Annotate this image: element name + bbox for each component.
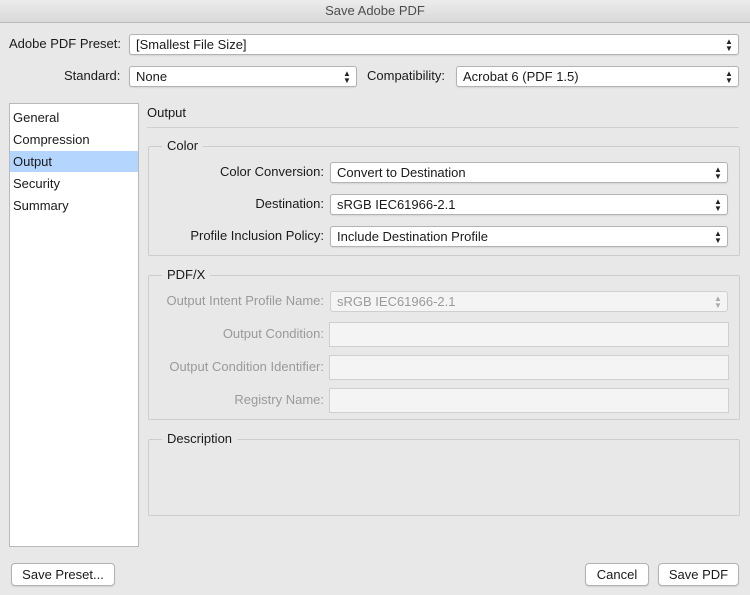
sidebar-item-security[interactable]: Security <box>10 173 138 194</box>
save-preset-button[interactable]: Save Preset... <box>11 563 115 586</box>
pdfx-group-title: PDF/X <box>162 267 211 283</box>
stepper-arrows-icon: ▲ ▼ <box>725 68 733 85</box>
description-group <box>148 439 740 516</box>
profile-policy-select[interactable]: Include Destination Profile ▲ ▼ <box>330 226 728 247</box>
sidebar: General Compression Output Security Summ… <box>9 103 139 547</box>
sidebar-item-output[interactable]: Output <box>10 151 138 172</box>
sidebar-item-compression[interactable]: Compression <box>10 129 138 150</box>
stepper-arrows-icon: ▲ ▼ <box>714 164 722 181</box>
cancel-button[interactable]: Cancel <box>585 563 649 586</box>
output-condition-field[interactable] <box>329 322 729 347</box>
preset-select[interactable]: [Smallest File Size] ▲ ▼ <box>129 34 739 55</box>
compatibility-value: Acrobat 6 (PDF 1.5) <box>463 69 579 84</box>
output-intent-label: Output Intent Profile Name: <box>166 293 324 308</box>
standard-label: Standard: <box>64 68 121 83</box>
output-condition-identifier-label: Output Condition Identifier: <box>169 359 324 374</box>
output-intent-select[interactable]: sRGB IEC61966-2.1 ▲ ▼ <box>330 291 728 312</box>
compatibility-label: Compatibility: <box>367 68 446 83</box>
registry-name-label: Registry Name: <box>234 392 324 407</box>
color-conversion-value: Convert to Destination <box>337 165 466 180</box>
sidebar-item-general[interactable]: General <box>10 107 138 128</box>
stepper-arrows-icon: ▲ ▼ <box>714 196 722 213</box>
section-divider <box>147 127 739 128</box>
color-conversion-label: Color Conversion: <box>219 164 324 179</box>
section-title: Output <box>147 105 187 120</box>
standard-value: None <box>136 69 168 84</box>
output-condition-label: Output Condition: <box>222 326 324 341</box>
profile-policy-value: Include Destination Profile <box>337 229 489 244</box>
preset-value: [Smallest File Size] <box>136 37 247 52</box>
stepper-arrows-icon: ▲ ▼ <box>714 293 722 310</box>
output-condition-identifier-field[interactable] <box>329 355 729 380</box>
output-intent-value: sRGB IEC61966-2.1 <box>337 294 456 309</box>
color-conversion-select[interactable]: Convert to Destination ▲ ▼ <box>330 162 728 183</box>
color-group-title: Color <box>162 138 204 154</box>
destination-label: Destination: <box>255 196 324 211</box>
stepper-arrows-icon: ▲ ▼ <box>725 36 733 53</box>
description-group-title: Description <box>162 431 238 447</box>
sidebar-item-summary[interactable]: Summary <box>10 195 138 216</box>
destination-value: sRGB IEC61966-2.1 <box>337 197 456 212</box>
window-title: Save Adobe PDF <box>0 0 750 23</box>
preset-label: Adobe PDF Preset: <box>9 36 121 51</box>
registry-name-field[interactable] <box>329 388 729 413</box>
profile-policy-label: Profile Inclusion Policy: <box>190 228 324 243</box>
compatibility-select[interactable]: Acrobat 6 (PDF 1.5) ▲ ▼ <box>456 66 739 87</box>
stepper-arrows-icon: ▲ ▼ <box>714 228 722 245</box>
save-pdf-button[interactable]: Save PDF <box>658 563 739 586</box>
destination-select[interactable]: sRGB IEC61966-2.1 ▲ ▼ <box>330 194 728 215</box>
standard-select[interactable]: None ▲ ▼ <box>129 66 357 87</box>
stepper-arrows-icon: ▲ ▼ <box>343 68 351 85</box>
